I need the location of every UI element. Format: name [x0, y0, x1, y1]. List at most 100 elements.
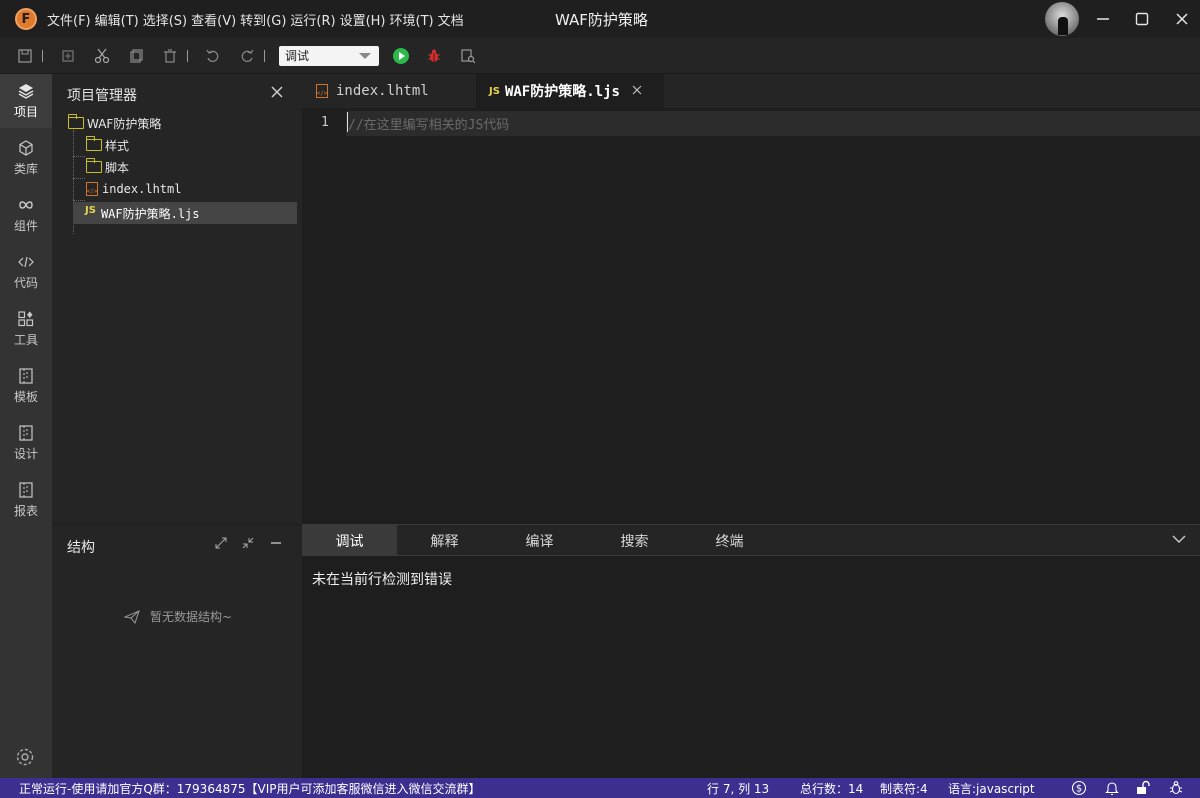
tab-waf-ljs[interactable]: JS WAF防护策略.ljs — [476, 74, 664, 108]
run-button[interactable] — [393, 47, 409, 64]
structure-title: 结构 — [67, 540, 95, 556]
cube-icon — [17, 139, 35, 157]
editor-tab-bar: </> index.lhtml JS WAF防护策略.ljs — [302, 74, 1200, 108]
menu-environment[interactable]: 环境(T) — [390, 10, 434, 29]
menu-file[interactable]: 文件(F) — [47, 10, 91, 29]
html-file-icon: </> — [86, 182, 98, 196]
cut-icon[interactable] — [93, 47, 111, 65]
sidebar-title: 项目管理器 — [67, 88, 137, 104]
activity-reports[interactable]: 报表 — [0, 473, 52, 527]
js-file-icon: JS — [85, 204, 96, 216]
activity-library[interactable]: 类库 — [0, 131, 52, 185]
dollar-icon[interactable]: $ — [1071, 780, 1087, 796]
cursor-position[interactable]: 行 7, 列 13 — [707, 780, 769, 797]
window-title: WAF防护策略 — [555, 11, 648, 29]
tab-index-lhtml[interactable]: </> index.lhtml — [316, 74, 476, 108]
total-lines: 总行数：14 — [800, 782, 864, 796]
tab-close-icon[interactable] — [632, 84, 642, 99]
report-icon — [17, 481, 35, 499]
unlock-icon[interactable] — [1135, 780, 1151, 796]
menu-edit[interactable]: 编辑(T) — [95, 10, 139, 29]
toolbar-separator — [42, 49, 43, 62]
delete-icon[interactable] — [161, 47, 179, 65]
status-message: 正常运行-使用请加官方Q群：179364875【VIP用户可添加客服微信进入微信… — [19, 782, 481, 796]
chevron-down-icon[interactable] — [1172, 532, 1186, 546]
menu-select[interactable]: 选择(S) — [143, 10, 187, 29]
tree-guide — [73, 156, 85, 157]
tree-folder-scripts[interactable]: 脚本 — [86, 156, 129, 178]
redo-icon[interactable] — [238, 47, 256, 65]
undo-icon[interactable] — [204, 47, 222, 65]
tree-root-folder[interactable]: WAF防护策略 — [68, 112, 161, 134]
toolbar-separator — [264, 49, 265, 62]
text-cursor — [347, 112, 348, 132]
activity-bar: 项目 类库 组件 代码 工具 模板 设计 报表 — [0, 74, 52, 778]
activity-design[interactable]: 设计 — [0, 416, 52, 470]
app-logo: F — [15, 8, 37, 30]
find-in-files-icon[interactable] — [459, 47, 477, 65]
paper-plane-icon — [124, 609, 140, 624]
minimize-icon — [1097, 18, 1109, 20]
tree-file-js[interactable]: JS WAF防护策略.ljs — [73, 202, 297, 224]
code-editor[interactable]: 1 //在这里编写相关的JS代码 — [302, 108, 1200, 524]
activity-code[interactable]: 代码 — [0, 245, 52, 299]
menu-run[interactable]: 运行(R) — [290, 10, 335, 29]
activity-project[interactable]: 项目 — [0, 74, 52, 128]
expand-icon[interactable] — [215, 537, 227, 552]
tab-size[interactable]: 制表符:4 — [880, 780, 928, 797]
menu-view[interactable]: 查看(V) — [191, 10, 236, 29]
activity-components[interactable]: 组件 — [0, 188, 52, 242]
copy-icon[interactable] — [127, 47, 145, 65]
chevron-down-icon — [359, 52, 371, 59]
html-file-icon: </> — [316, 84, 328, 98]
tree-file-index[interactable]: </> index.lhtml — [86, 178, 181, 200]
svg-text:$: $ — [1076, 784, 1082, 795]
structure-empty-state: 暂无数据结构~ — [124, 608, 232, 625]
sidebar-close-button[interactable] — [271, 83, 283, 102]
template-icon — [17, 367, 35, 385]
folder-open-icon — [68, 114, 84, 129]
debug-message: 未在当前行检测到错误 — [312, 572, 452, 588]
output-panel: 调试 解释 编译 搜索 终端 未在当前行检测到错误 — [302, 524, 1200, 778]
close-icon — [271, 86, 283, 98]
settings-gear-icon[interactable] — [14, 746, 36, 768]
tree-folder-styles[interactable]: 样式 — [86, 134, 129, 156]
panel-tab-interpret[interactable]: 解释 — [397, 525, 492, 556]
panel-tab-compile[interactable]: 编译 — [492, 525, 587, 556]
structure-panel: 结构 暂无数据结构~ — [52, 524, 302, 778]
bell-icon[interactable] — [1104, 780, 1120, 796]
js-file-icon: JS — [489, 85, 500, 97]
new-file-icon[interactable] — [59, 47, 77, 65]
tools-grid-icon — [17, 310, 35, 328]
run-mode-value: 调试 — [285, 49, 310, 63]
activity-templates[interactable]: 模板 — [0, 359, 52, 413]
save-icon[interactable] — [16, 47, 34, 65]
menu-settings[interactable]: 设置(H) — [340, 10, 386, 29]
toolbar-separator — [187, 49, 188, 62]
layers-icon — [17, 82, 35, 100]
bug-report-icon[interactable] — [1168, 780, 1184, 796]
minimize-button[interactable] — [1092, 8, 1114, 30]
tree-guide — [73, 178, 85, 179]
tree-guide — [73, 200, 85, 201]
menu-goto[interactable]: 转到(G) — [240, 10, 286, 29]
menu-bar: 文件(F) 编辑(T) 选择(S) 查看(V) 转到(G) 运行(R) 设置(H… — [47, 10, 468, 29]
project-explorer: 项目管理器 WAF防护策略 样式 脚本 </> index.lhtml JS W… — [52, 74, 302, 778]
title-bar: F 文件(F) 编辑(T) 选择(S) 查看(V) 转到(G) 运行(R) 设置… — [0, 0, 1200, 38]
language-mode[interactable]: 语言:javascript — [948, 780, 1035, 797]
maximize-button[interactable] — [1131, 8, 1153, 30]
panel-tab-debug[interactable]: 调试 — [302, 525, 397, 556]
panel-tab-terminal[interactable]: 终端 — [682, 525, 777, 556]
debug-bug-icon[interactable] — [425, 47, 443, 65]
panel-tab-search[interactable]: 搜索 — [587, 525, 682, 556]
close-window-button[interactable] — [1171, 8, 1193, 30]
code-icon — [17, 253, 35, 271]
run-mode-select[interactable]: 调试 — [279, 45, 379, 66]
code-line[interactable]: //在这里编写相关的JS代码 — [348, 114, 509, 133]
collapse-icon[interactable] — [242, 537, 254, 552]
folder-icon — [86, 136, 102, 151]
minimize-panel-icon[interactable] — [270, 537, 282, 552]
activity-tools[interactable]: 工具 — [0, 302, 52, 356]
user-avatar[interactable] — [1045, 2, 1079, 36]
menu-docs[interactable]: 文档 — [438, 10, 464, 29]
